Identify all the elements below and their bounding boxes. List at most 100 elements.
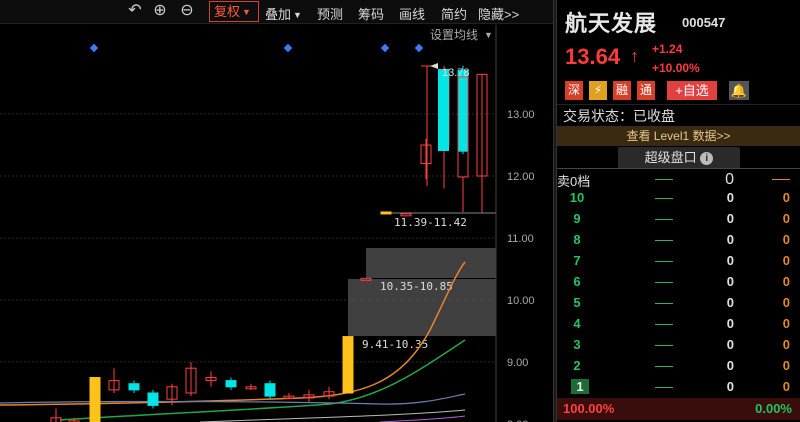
price-tick-label: 10.00 — [507, 295, 535, 307]
candle-body — [342, 336, 354, 394]
orderbook-level: 7 — [573, 253, 581, 268]
ma-line-60 — [379, 415, 466, 422]
huaxian-button[interactable]: 画线 — [399, 4, 425, 23]
orderbook-row: 2 0 0 — [557, 356, 800, 377]
info-icon[interactable]: i — [700, 152, 714, 165]
ma-line-10 — [59, 339, 466, 421]
tab-super-orderbook[interactable]: 超级盘口 i — [618, 147, 740, 169]
stock-name: 航天发展 — [565, 11, 658, 36]
ma-line-30 — [199, 409, 466, 422]
fuquan-dropdown[interactable]: 复权 ▼ — [209, 1, 259, 22]
chart-toolbar: ↶ ⊕ ⊖ 复权 ▼ 叠加 ▼ 预测 筹码 画线 简约 隐藏>> — [0, 0, 553, 24]
diejia-label: 叠加 — [265, 7, 292, 22]
ma-setting-button[interactable]: 设置均线 — [430, 28, 478, 42]
orderbook-count: 0 — [782, 253, 790, 268]
orderbook-vol: 0 — [726, 253, 734, 268]
orderbook-count: 0 — [782, 316, 790, 331]
tag-rong[interactable]: 融 — [613, 81, 631, 100]
buy-ratio: 100.00% — [563, 401, 615, 416]
dash — [655, 179, 673, 180]
orderbook-vol: 0 — [726, 337, 734, 352]
dash — [655, 387, 673, 388]
orderbook-count: 0 — [782, 190, 790, 205]
dash — [655, 261, 673, 262]
chevron-down-icon: ▼ — [242, 7, 251, 17]
orderbook-row: 1 0 0 — [557, 377, 800, 398]
candle-body — [147, 392, 159, 406]
dash — [655, 324, 673, 325]
zoom-in-icon[interactable]: ⊕ — [151, 2, 169, 20]
orderbook-level: 1 — [571, 379, 589, 394]
lightning-icon[interactable]: ⚡ — [589, 81, 607, 100]
fuquan-label: 复权 — [214, 4, 241, 19]
chevron-down-icon: ▼ — [293, 10, 302, 20]
orderbook-count: 0 — [782, 379, 790, 394]
orderbook-vol: 0 — [726, 316, 734, 331]
zone-label: 10.35-10.85 — [380, 280, 453, 293]
choujia-button[interactable]: 筹码 — [358, 4, 384, 23]
orderbook-row: 4 0 0 — [557, 314, 800, 335]
tag-tong[interactable]: 通 — [637, 81, 655, 100]
orderbook-level: 8 — [573, 232, 581, 247]
add-watchlist-button[interactable]: +自选 — [667, 81, 717, 100]
orderbook-count: 0 — [782, 211, 790, 226]
price-tick-label: 12.00 — [507, 171, 535, 183]
candle-body — [438, 69, 449, 151]
orderbook-row: 10 0 0 — [557, 188, 800, 209]
candle-body — [457, 70, 469, 152]
zoom-out-icon[interactable]: ⊖ — [178, 2, 196, 20]
price-tick-label: 13.00 — [507, 109, 535, 121]
event-marker — [89, 43, 99, 53]
price-tick-label: 11.00 — [507, 233, 534, 245]
orderbook-count: 0 — [782, 337, 790, 352]
orderbook-vol: 0 — [726, 379, 734, 394]
chevron-down-icon: ▼ — [484, 30, 493, 40]
sell-vol: 0 — [725, 171, 734, 188]
dash — [772, 179, 790, 180]
undo-icon[interactable]: ↶ — [126, 2, 144, 20]
orderbook-level: 6 — [573, 274, 581, 289]
last-price: 13.64 — [565, 44, 621, 69]
event-marker — [414, 43, 424, 53]
price-tick-label: 9.00 — [507, 357, 528, 369]
high-marker-arrow — [430, 63, 438, 69]
orderbook-level: 2 — [573, 358, 581, 373]
ma-line-20 — [0, 393, 466, 405]
stock-code: 000547 — [682, 15, 726, 30]
orderbook-level: 9 — [573, 211, 581, 226]
event-markers — [89, 43, 424, 53]
zone-label: 11.39-11.42 — [394, 216, 467, 229]
jianyue-button[interactable]: 简约 — [441, 4, 467, 23]
dash — [655, 282, 673, 283]
orderbook-row: 6 0 0 — [557, 272, 800, 293]
yincang-button[interactable]: 隐藏>> — [478, 4, 519, 23]
orderbook-count: 0 — [782, 358, 790, 373]
orderbook-level: 4 — [573, 316, 581, 331]
price-axis: 13.0012.0011.0010.009.008.00 — [495, 25, 535, 422]
dash — [655, 240, 673, 241]
orderbook-row: 7 0 0 — [557, 251, 800, 272]
buy-sell-ratio: 100.00% 0.00% — [557, 398, 800, 420]
orderbook-count: 0 — [782, 295, 790, 310]
super-tab-label: 超级盘口 — [644, 150, 697, 165]
orderbook-count: 0 — [782, 274, 790, 289]
orderbook-vol: 0 — [726, 232, 734, 247]
kline-chart[interactable]: 11.39-11.4210.35-10.859.41-10.35 13.0012… — [0, 25, 553, 422]
orderbook-vol: 0 — [726, 211, 734, 226]
orderbook-level: 10 — [569, 190, 585, 205]
dash — [655, 345, 673, 346]
level1-link[interactable]: 查看 Level1 数据>> — [557, 126, 800, 146]
price-zones: 11.39-11.4210.35-10.859.41-10.35 — [348, 212, 496, 351]
price-change: +1.24 — [652, 42, 683, 56]
orderbook-level: 3 — [573, 337, 581, 352]
bell-icon[interactable]: 🔔 — [729, 81, 749, 100]
orderbook-vol: 0 — [726, 358, 734, 373]
diejia-dropdown[interactable]: 叠加 ▼ — [265, 4, 302, 23]
price-change-pct: +10.00% — [652, 61, 700, 75]
tag-shen[interactable]: 深 — [565, 81, 583, 100]
orderbook-row: 3 0 0 — [557, 335, 800, 356]
yuce-button[interactable]: 预测 — [317, 4, 343, 23]
event-marker — [380, 43, 390, 53]
orderbook-level: 5 — [573, 295, 581, 310]
orderbook-row: 8 0 0 — [557, 230, 800, 251]
